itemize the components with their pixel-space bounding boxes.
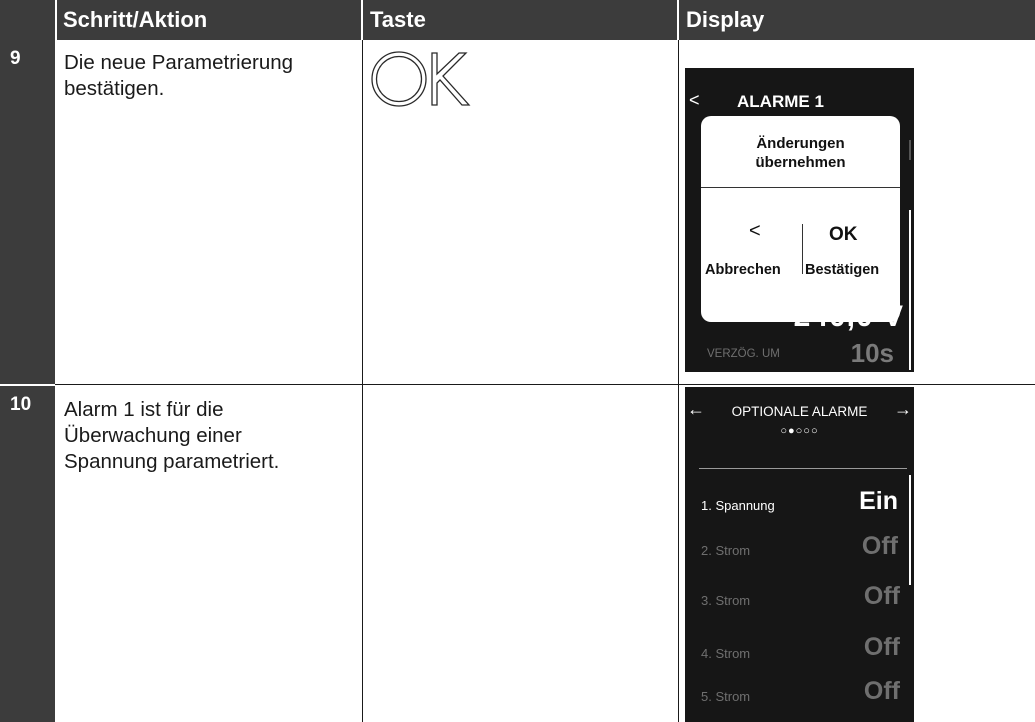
header-number-cell <box>0 0 55 40</box>
confirm-button[interactable]: Bestätigen <box>805 262 879 278</box>
screen-title: ALARME 1 <box>737 92 824 111</box>
action-text-row-10: Alarm 1 ist für die Überwachung einer Sp… <box>64 397 279 475</box>
header-divider <box>699 468 907 469</box>
column-divider <box>678 40 679 722</box>
alarm-item-value: Off <box>863 677 900 705</box>
alarm-item-label: 4. Strom <box>701 646 751 661</box>
cancel-chevron-icon[interactable]: < <box>749 220 761 243</box>
row-divider <box>55 384 1035 385</box>
screen-title: OPTIONALE ALARME <box>731 404 868 419</box>
dialog-button-divider <box>802 224 803 274</box>
confirm-changes-dialog: Änderungen übernehmen < OK Abbrechen Bes… <box>701 116 900 322</box>
action-line: Die neue Parametrierung <box>64 51 294 74</box>
header-key-label: Taste <box>370 7 426 32</box>
header-divider <box>677 0 679 40</box>
ok-key-icon: OK <box>371 51 471 107</box>
header-step-action: Schritt/Aktion <box>55 0 362 40</box>
display-screen-optional-alarms: ← OPTIONALE ALARME → ○●○○○ 1. Spannung E… <box>685 387 914 722</box>
alarm-item-value: Off <box>863 633 900 661</box>
row-number-label: 9 <box>10 48 21 69</box>
alarm-item-label: 3. Strom <box>701 593 751 608</box>
ok-key-hint[interactable]: OK <box>829 224 858 246</box>
alarm-item-label: 2. Strom <box>701 543 751 558</box>
alarm-item-value: Ein <box>859 487 898 515</box>
header-divider <box>55 0 57 40</box>
dialog-title: Änderungen übernehmen <box>701 134 900 172</box>
arrow-right-icon[interactable]: → <box>894 399 912 420</box>
alarm-item-value: Off <box>863 582 900 610</box>
column-divider <box>362 40 363 722</box>
header-display: Display <box>678 0 1035 40</box>
back-chevron-icon[interactable]: < <box>689 90 700 111</box>
cancel-button[interactable]: Abbrechen <box>705 262 781 278</box>
action-line: Überwachung einer <box>64 424 242 447</box>
row-number-9: 9 <box>0 40 55 384</box>
alarm-item-label: 1. Spannung <box>701 498 775 513</box>
header-divider <box>361 0 363 40</box>
header-display-label: Display <box>686 7 765 32</box>
row-number-label: 10 <box>10 394 32 415</box>
page-indicator: ○●○○○ <box>780 425 819 437</box>
alarm-item-value: Off <box>861 532 898 560</box>
scrollbar-track <box>909 140 911 160</box>
header-step-action-label: Schritt/Aktion <box>63 7 208 32</box>
scrollbar[interactable] <box>909 475 911 585</box>
delay-value: 10s <box>850 338 894 368</box>
display-screen-alarm1: < ALARME 1 240,0 V VERZÖG. UM 10s Änderu… <box>685 68 914 372</box>
action-line: Spannung parametriert. <box>64 450 280 473</box>
alarm-item-label: 5. Strom <box>701 689 751 704</box>
action-line: Alarm 1 ist für die <box>64 398 224 421</box>
row-number-10: 10 <box>0 386 55 722</box>
dialog-title-line: Änderungen <box>756 135 845 152</box>
dialog-divider <box>701 187 900 188</box>
action-line: bestätigen. <box>64 77 165 100</box>
scrollbar[interactable] <box>909 210 911 370</box>
action-text-row-9: Die neue Parametrierung bestätigen. <box>64 50 293 102</box>
delay-label: VERZÖG. UM <box>707 348 780 360</box>
dialog-title-line: übernehmen <box>755 154 846 171</box>
header-key: Taste <box>362 0 678 40</box>
